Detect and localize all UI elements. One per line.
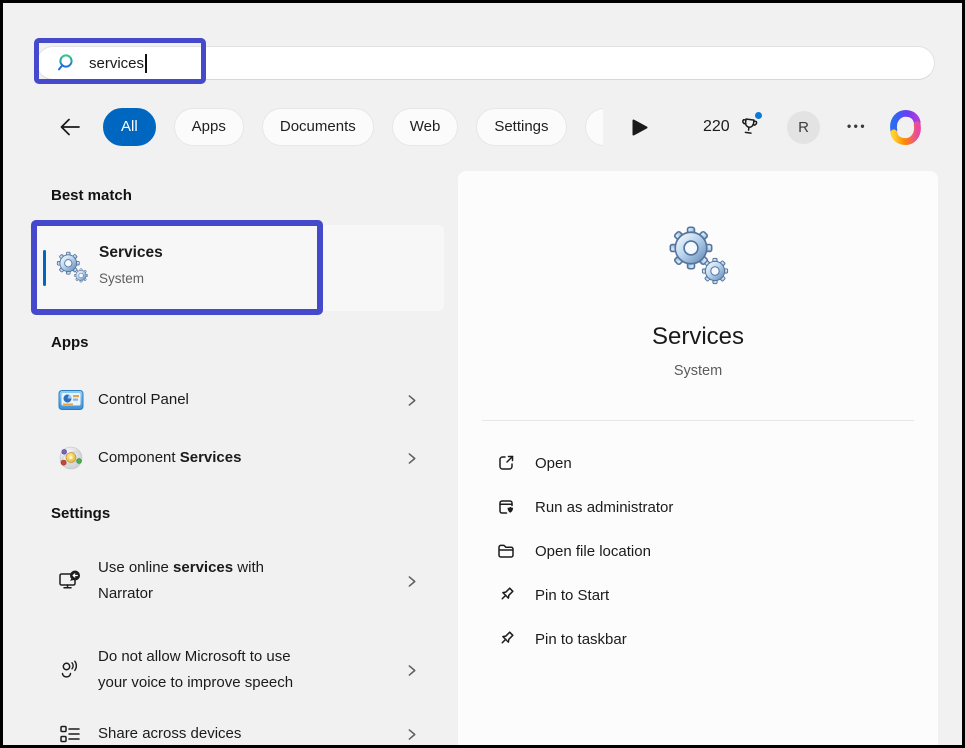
speech-person-icon <box>58 658 82 682</box>
action-label: Open <box>535 455 572 472</box>
more-options-button[interactable]: ••• <box>842 119 872 133</box>
notification-dot <box>755 112 762 119</box>
chevron-right-icon[interactable] <box>405 728 418 741</box>
result-label: Use online services withNarrator <box>98 555 378 607</box>
settings-header: Settings <box>51 505 110 522</box>
action-open-file-location[interactable]: Open file location <box>458 529 938 573</box>
best-match-header: Best match <box>51 187 132 204</box>
detail-title: Services <box>458 323 938 351</box>
narrator-icon <box>58 569 82 593</box>
action-label: Pin to Start <box>535 587 609 604</box>
action-list: Open Run as administrator <box>458 441 938 661</box>
result-label: Component Services <box>98 445 378 471</box>
chevron-right-icon[interactable] <box>405 394 418 407</box>
result-label: Share across devices <box>98 721 378 747</box>
detail-subtitle: System <box>458 363 938 379</box>
avatar-initial: R <box>798 119 809 136</box>
tab-apps[interactable]: Apps <box>174 108 244 146</box>
account-avatar[interactable]: R <box>787 111 820 144</box>
services-gears-icon <box>55 251 89 285</box>
action-label: Pin to taskbar <box>535 631 627 648</box>
best-match-title: Services <box>99 244 163 262</box>
search-value: services <box>89 55 144 72</box>
result-label: Do not allow Microsoft to useyour voice … <box>98 644 378 696</box>
chevron-right-icon[interactable] <box>405 452 418 465</box>
tab-documents[interactable]: Documents <box>262 108 374 146</box>
action-label: Run as administrator <box>535 499 673 516</box>
action-run-as-admin[interactable]: Run as administrator <box>458 485 938 529</box>
action-open[interactable]: Open <box>458 441 938 485</box>
action-label: Open file location <box>535 543 651 560</box>
result-label: Control Panel <box>98 387 378 413</box>
text-caret <box>145 54 147 73</box>
admin-shield-icon <box>496 497 516 517</box>
action-pin-to-taskbar[interactable]: Pin to taskbar <box>458 617 938 661</box>
back-button[interactable] <box>58 116 82 138</box>
trophy-icon <box>737 114 761 140</box>
copilot-icon[interactable] <box>888 110 923 145</box>
component-services-icon <box>58 445 84 471</box>
pin-icon <box>496 585 516 605</box>
best-match-result[interactable]: Services System <box>36 225 444 311</box>
divider <box>482 420 914 421</box>
open-external-icon <box>496 453 516 473</box>
apps-header: Apps <box>51 334 89 351</box>
services-gears-icon-large <box>666 225 730 289</box>
chevron-right-icon[interactable] <box>405 664 418 677</box>
tab-folders[interactable]: Folders <box>585 108 603 146</box>
filter-tabs: All Apps Documents Web Settings Folders <box>103 108 603 146</box>
tab-web[interactable]: Web <box>392 108 459 146</box>
result-detail-panel: Services System Open <box>458 171 938 748</box>
rewards-badge[interactable]: 220 <box>703 113 761 141</box>
search-icon <box>56 53 76 73</box>
pin-icon <box>496 629 516 649</box>
control-panel-icon <box>58 387 84 413</box>
action-pin-to-start[interactable]: Pin to Start <box>458 573 938 617</box>
tab-settings[interactable]: Settings <box>476 108 566 146</box>
tab-all[interactable]: All <box>103 108 156 146</box>
selection-accent-bar <box>43 250 46 286</box>
rewards-points: 220 <box>703 118 730 136</box>
device-list-icon <box>58 723 82 747</box>
search-input[interactable]: services <box>36 46 935 80</box>
search-flyout-window: services All Apps Documents Web Settings… <box>0 0 965 748</box>
best-match-subtitle: System <box>99 271 144 286</box>
chevron-right-icon[interactable] <box>405 575 418 588</box>
folder-icon <box>496 541 516 561</box>
tabs-scroll-right-icon[interactable] <box>632 119 648 136</box>
